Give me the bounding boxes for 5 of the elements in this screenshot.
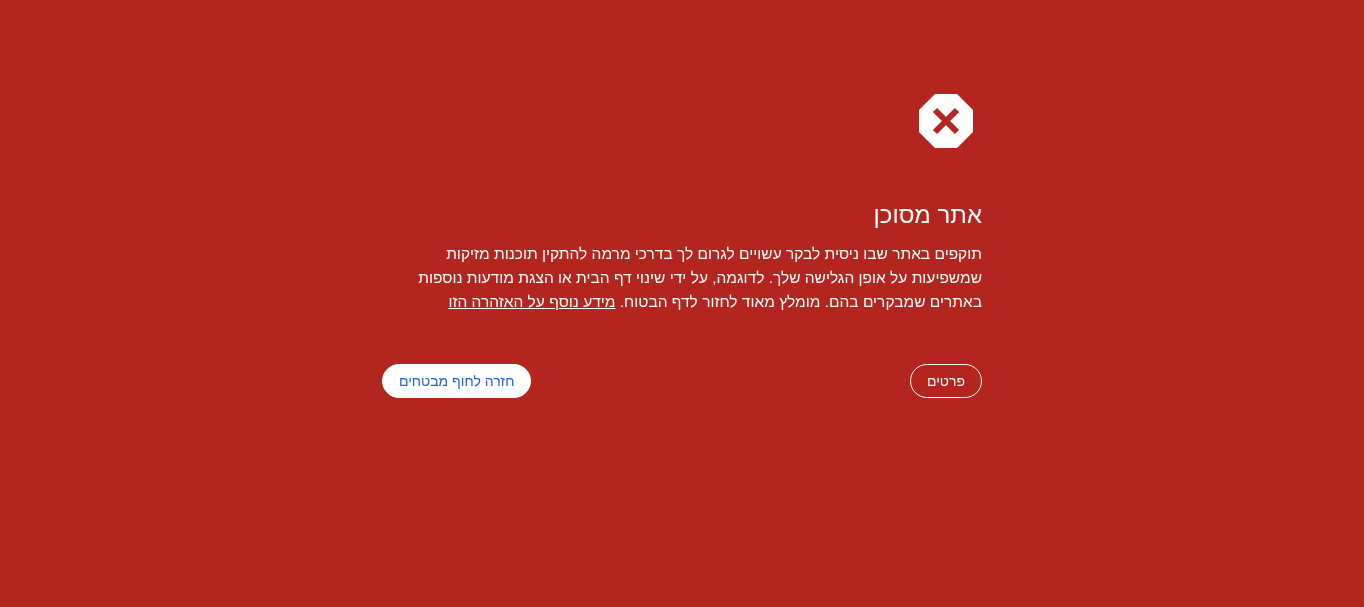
back-to-safety-button[interactable]: חזרה לחוף מבטחים [382, 364, 532, 398]
learn-more-link[interactable]: מידע נוסף על האזהרה הזו [448, 293, 616, 310]
page-title: אתר מסוכן [873, 200, 982, 230]
warning-message: תוקפים באתר שבו ניסית לבקר עשויים לגרום לך בדרכי מרמה להתקין תוכנות מזיקות שמשפיעות על אופן הגלישה שלך. לדוגמה, על ידי שינוי דף הבית או הצגת מודעות נוספות באתרים שמבקרים בהם. מומלץ מאוד לחזור לדף הבטוח. מידע נוסף על האזהרה הזו [417, 244, 982, 312]
error-icon [919, 94, 973, 148]
